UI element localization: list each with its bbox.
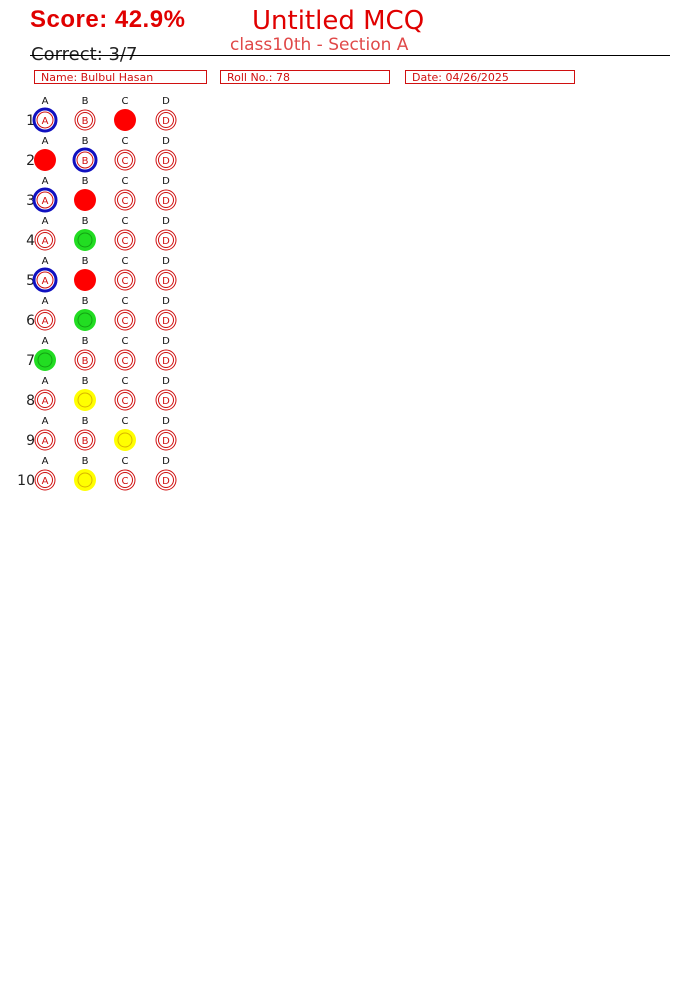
question-number: 4 — [26, 233, 35, 249]
option-label: D — [162, 256, 170, 267]
filled-bubble — [74, 389, 96, 411]
option-label: C — [122, 296, 129, 307]
option-label: A — [42, 136, 49, 147]
bubble-letter: B — [82, 436, 89, 447]
filled-bubble — [74, 469, 96, 491]
bubble-letter: D — [162, 476, 170, 487]
bubble-letter: D — [162, 356, 170, 367]
option-label: D — [162, 296, 170, 307]
bubble-letter: C — [122, 476, 129, 487]
option-label: B — [82, 96, 89, 107]
option-label: C — [122, 96, 129, 107]
bubble-letter: D — [162, 196, 170, 207]
option-label: A — [42, 456, 49, 467]
option-label: D — [162, 136, 170, 147]
option-label: A — [42, 336, 49, 347]
bubble-letter: C — [122, 276, 129, 287]
option-label: A — [42, 376, 49, 387]
option-label: A — [42, 96, 49, 107]
bubble-letter: D — [162, 316, 170, 327]
bubble-letter: B — [82, 356, 89, 367]
bubble-letter: A — [42, 196, 49, 207]
bubble-letter: C — [122, 356, 129, 367]
option-label: B — [82, 296, 89, 307]
question-number: 10 — [17, 473, 35, 489]
bubble-letter: C — [122, 156, 129, 167]
filled-bubble — [114, 429, 136, 451]
option-label: C — [122, 256, 129, 267]
bubble-letter: D — [162, 156, 170, 167]
bubble-letter: D — [162, 436, 170, 447]
option-label: A — [42, 416, 49, 427]
option-label: C — [122, 336, 129, 347]
option-label: C — [122, 456, 129, 467]
bubble-letter: C — [122, 316, 129, 327]
option-label: A — [42, 256, 49, 267]
question-number: 9 — [26, 433, 35, 449]
option-label: B — [82, 176, 89, 187]
bubble-letter: A — [42, 116, 49, 127]
bubble-letter: A — [42, 436, 49, 447]
option-label: C — [122, 176, 129, 187]
option-label: C — [122, 136, 129, 147]
bubble-letter: C — [122, 196, 129, 207]
bubble-letter: D — [162, 116, 170, 127]
question-number: 6 — [26, 313, 35, 329]
option-label: D — [162, 336, 170, 347]
option-label: B — [82, 456, 89, 467]
option-label: B — [82, 336, 89, 347]
filled-bubble — [74, 189, 96, 211]
option-label: D — [162, 176, 170, 187]
bubble-letter: A — [42, 236, 49, 247]
question-number: 7 — [26, 353, 35, 369]
bubble-letter: B — [82, 116, 89, 127]
question-number: 8 — [26, 393, 35, 409]
bubble-letter: D — [162, 396, 170, 407]
answer-grid: 1AABBC DD2A BBCCDD3AAB CCDD4AAB CCDD5AAB CCDD… — [17, 96, 177, 491]
option-label: A — [42, 216, 49, 227]
filled-bubble — [34, 149, 56, 171]
option-label: A — [42, 296, 49, 307]
option-label: D — [162, 216, 170, 227]
filled-bubble — [114, 109, 136, 131]
option-label: B — [82, 376, 89, 387]
option-label: C — [122, 416, 129, 427]
bubble-letter: A — [42, 396, 49, 407]
option-label: C — [122, 216, 129, 227]
filled-bubble — [34, 349, 56, 371]
option-label: D — [162, 456, 170, 467]
question-number: 2 — [26, 153, 35, 169]
option-label: B — [82, 216, 89, 227]
option-label: B — [82, 256, 89, 267]
option-label: D — [162, 416, 170, 427]
bubble-letter: D — [162, 236, 170, 247]
filled-bubble — [74, 229, 96, 251]
filled-bubble — [74, 309, 96, 331]
option-label: C — [122, 376, 129, 387]
option-label: B — [82, 416, 89, 427]
bubble-letter: D — [162, 276, 170, 287]
bubble-letter: B — [82, 156, 89, 167]
bubble-letter: A — [42, 316, 49, 327]
bubble-letter: A — [42, 276, 49, 287]
option-label: B — [82, 136, 89, 147]
bubble-letter: C — [122, 236, 129, 247]
option-label: D — [162, 96, 170, 107]
bubble-letter: C — [122, 396, 129, 407]
filled-bubble — [74, 269, 96, 291]
option-label: A — [42, 176, 49, 187]
bubble-letter: A — [42, 476, 49, 487]
option-label: D — [162, 376, 170, 387]
